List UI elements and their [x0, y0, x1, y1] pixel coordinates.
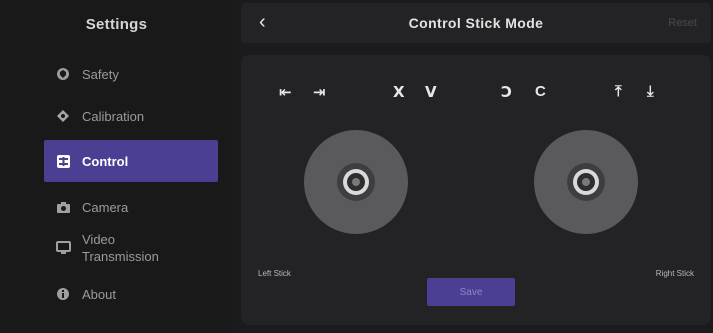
save-button[interactable]: Save — [427, 278, 515, 306]
right-stick-pad[interactable] — [533, 129, 639, 235]
skip-forward-icon[interactable]: ⇥ — [313, 83, 326, 101]
sidebar-item-label: Safety — [82, 66, 119, 82]
camera-icon — [54, 198, 72, 216]
sidebar-item-control[interactable]: Control — [44, 140, 218, 182]
sidebar-item-label-line1: Video — [82, 232, 116, 247]
sidebar-item-label: Calibration — [82, 108, 145, 124]
skip-back-icon[interactable]: ⇤ — [279, 83, 292, 101]
diamond-icon — [54, 107, 72, 125]
pitch-up-icon[interactable]: Ⅹ — [393, 83, 405, 101]
sidebar-item-label: Video Transmission — [82, 231, 159, 265]
sidebar-item-calibration[interactable]: Calibration — [44, 104, 218, 128]
shield-icon — [54, 65, 72, 83]
sidebar-item-label: About — [82, 286, 116, 302]
page-title: Control Stick Mode — [408, 15, 544, 31]
sidebar-title: Settings — [85, 16, 148, 33]
sidebar-item-label: Control — [82, 153, 129, 169]
rotate-left-icon[interactable]: Ↄ — [501, 83, 512, 101]
header-bar: ‹ Control Stick Mode Reset — [241, 3, 711, 43]
sidebar-item-label: Camera — [82, 199, 129, 215]
settings-sidebar: Settings Safety Calibration Control Came… — [0, 0, 233, 333]
left-stick-pad[interactable] — [303, 129, 409, 235]
sidebar-item-safety[interactable]: Safety — [44, 62, 218, 86]
sidebar-item-label-line2: Transmission — [82, 249, 159, 264]
ascend-icon[interactable]: ⤒ — [615, 83, 622, 100]
descend-icon[interactable]: ⤓ — [647, 83, 654, 100]
sidebar-item-camera[interactable]: Camera — [44, 195, 218, 219]
info-icon — [54, 285, 72, 303]
sidebar-item-about[interactable]: About — [44, 282, 218, 306]
control-stick-panel: ⇤ ⇥ Ⅹ Ⅴ Ↄ C ⤒ ⤓ Left Stick Right Stick S… — [241, 55, 711, 325]
controller-icon — [54, 152, 72, 170]
reset-button[interactable]: Reset — [668, 17, 697, 29]
left-stick-label: Left Stick — [258, 269, 291, 278]
right-stick-label: Right Stick — [655, 269, 694, 278]
pitch-down-icon[interactable]: Ⅴ — [425, 83, 437, 101]
rotate-right-icon[interactable]: C — [535, 83, 546, 100]
monitor-icon — [54, 239, 72, 257]
sidebar-item-video-transmission[interactable]: Video Transmission — [44, 230, 218, 266]
